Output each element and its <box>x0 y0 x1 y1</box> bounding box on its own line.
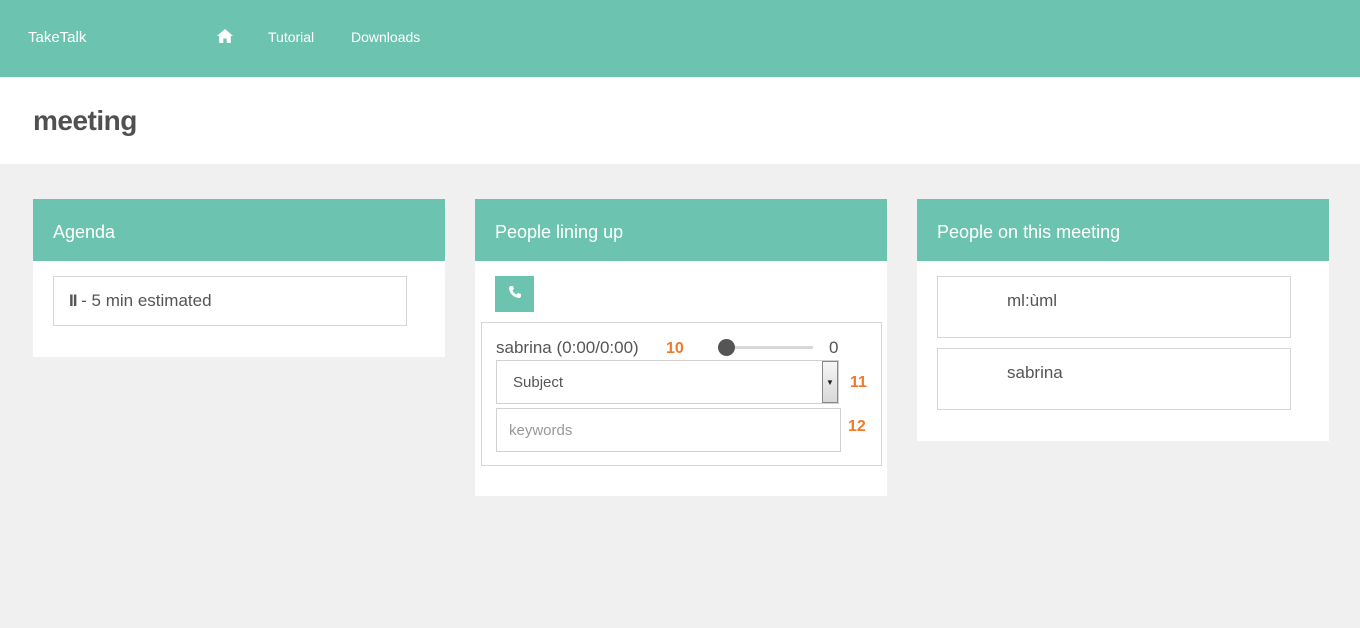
annotation-marker-10: 10 <box>666 340 684 357</box>
queue-panel: People lining up sabrina (0:00/0:00) 10 … <box>475 199 887 496</box>
person-item[interactable]: ml:ùml <box>937 276 1291 338</box>
slider-thumb[interactable] <box>718 339 735 356</box>
page-title: meeting <box>33 105 137 136</box>
agenda-item-label: - 5 min estimated <box>76 291 212 310</box>
annotation-marker-12: 12 <box>848 418 866 435</box>
slider-track[interactable] <box>728 346 813 349</box>
slider-value: 0 <box>829 338 839 357</box>
page-header: meeting <box>0 77 1360 164</box>
call-button[interactable] <box>495 276 534 312</box>
agenda-item[interactable]: II - 5 min estimated <box>53 276 407 326</box>
people-panel-title: People on this meeting <box>917 199 1329 261</box>
nav-tutorial-link[interactable]: Tutorial <box>268 29 314 45</box>
subject-select[interactable]: Subject ▼ <box>496 360 839 404</box>
people-panel: People on this meeting ml:ùml sabrina <box>917 199 1329 441</box>
home-icon[interactable] <box>216 27 234 45</box>
nav-downloads-link[interactable]: Downloads <box>351 29 420 45</box>
phone-icon <box>508 285 522 304</box>
queue-entry-name: sabrina (0:00/0:00) <box>496 338 639 357</box>
person-name: ml:ùml <box>1007 291 1058 310</box>
person-name: sabrina <box>1007 363 1063 382</box>
agenda-panel-title: Agenda <box>33 199 445 261</box>
subject-select-value: Subject <box>513 374 564 391</box>
agenda-panel: Agenda II - 5 min estimated <box>33 199 445 357</box>
top-navbar: TakeTalk Tutorial Downloads <box>0 0 1360 77</box>
queue-panel-title: People lining up <box>475 199 887 261</box>
person-item[interactable]: sabrina <box>937 348 1291 410</box>
queue-entry-card: sabrina (0:00/0:00) 10 0 Subject ▼ 11 12 <box>481 322 882 466</box>
keywords-input[interactable] <box>496 408 841 452</box>
annotation-marker-11: 11 <box>850 374 867 391</box>
chevron-down-icon[interactable]: ▼ <box>822 361 838 403</box>
brand-link[interactable]: TakeTalk <box>28 29 86 46</box>
